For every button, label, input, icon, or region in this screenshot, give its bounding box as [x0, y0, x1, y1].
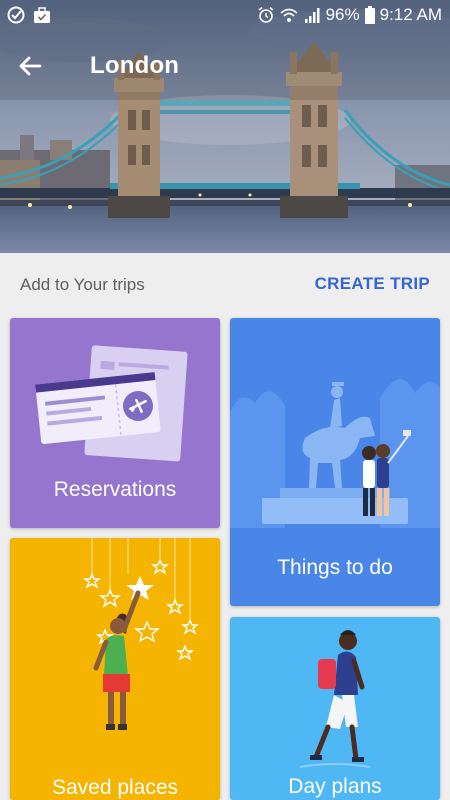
things-to-do-label: Things to do — [277, 556, 393, 579]
things-to-do-card[interactable]: Things to do — [230, 318, 440, 606]
briefcase-check-icon — [34, 7, 50, 23]
clock: 9:12 AM — [379, 5, 442, 24]
saved-places-card[interactable]: Saved places — [10, 538, 220, 800]
back-button[interactable] — [14, 50, 46, 82]
saved-places-label: Saved places — [51, 776, 179, 799]
reservations-card[interactable]: Reservations — [10, 318, 220, 528]
hero-image: 96% 9:12 AM London — [0, 0, 450, 253]
day-plans-label: Day plans — [288, 775, 382, 798]
girl-reaching-star-illustration — [82, 538, 200, 730]
page-title: London — [90, 52, 180, 79]
battery-icon — [364, 6, 375, 24]
battery-percent: 96% — [325, 5, 360, 24]
app-bar: London — [0, 40, 450, 96]
wifi-icon — [280, 8, 298, 22]
alarm-icon — [258, 6, 274, 23]
day-plans-card[interactable]: Day plans — [230, 617, 440, 800]
arrow-back-icon — [19, 56, 42, 76]
status-bar: 96% 9:12 AM — [0, 0, 450, 30]
trips-row: Add to Your trips CREATE TRIP — [0, 253, 450, 315]
reservations-label: Reservations — [53, 478, 177, 501]
create-trip-button[interactable]: CREATE TRIP — [315, 274, 430, 294]
signal-icon — [304, 8, 320, 23]
walking-man-illustration — [299, 630, 371, 768]
add-to-trips-label: Add to Your trips — [20, 275, 145, 294]
tower-bridge-photo — [0, 0, 450, 253]
check-circle-icon — [7, 6, 25, 24]
